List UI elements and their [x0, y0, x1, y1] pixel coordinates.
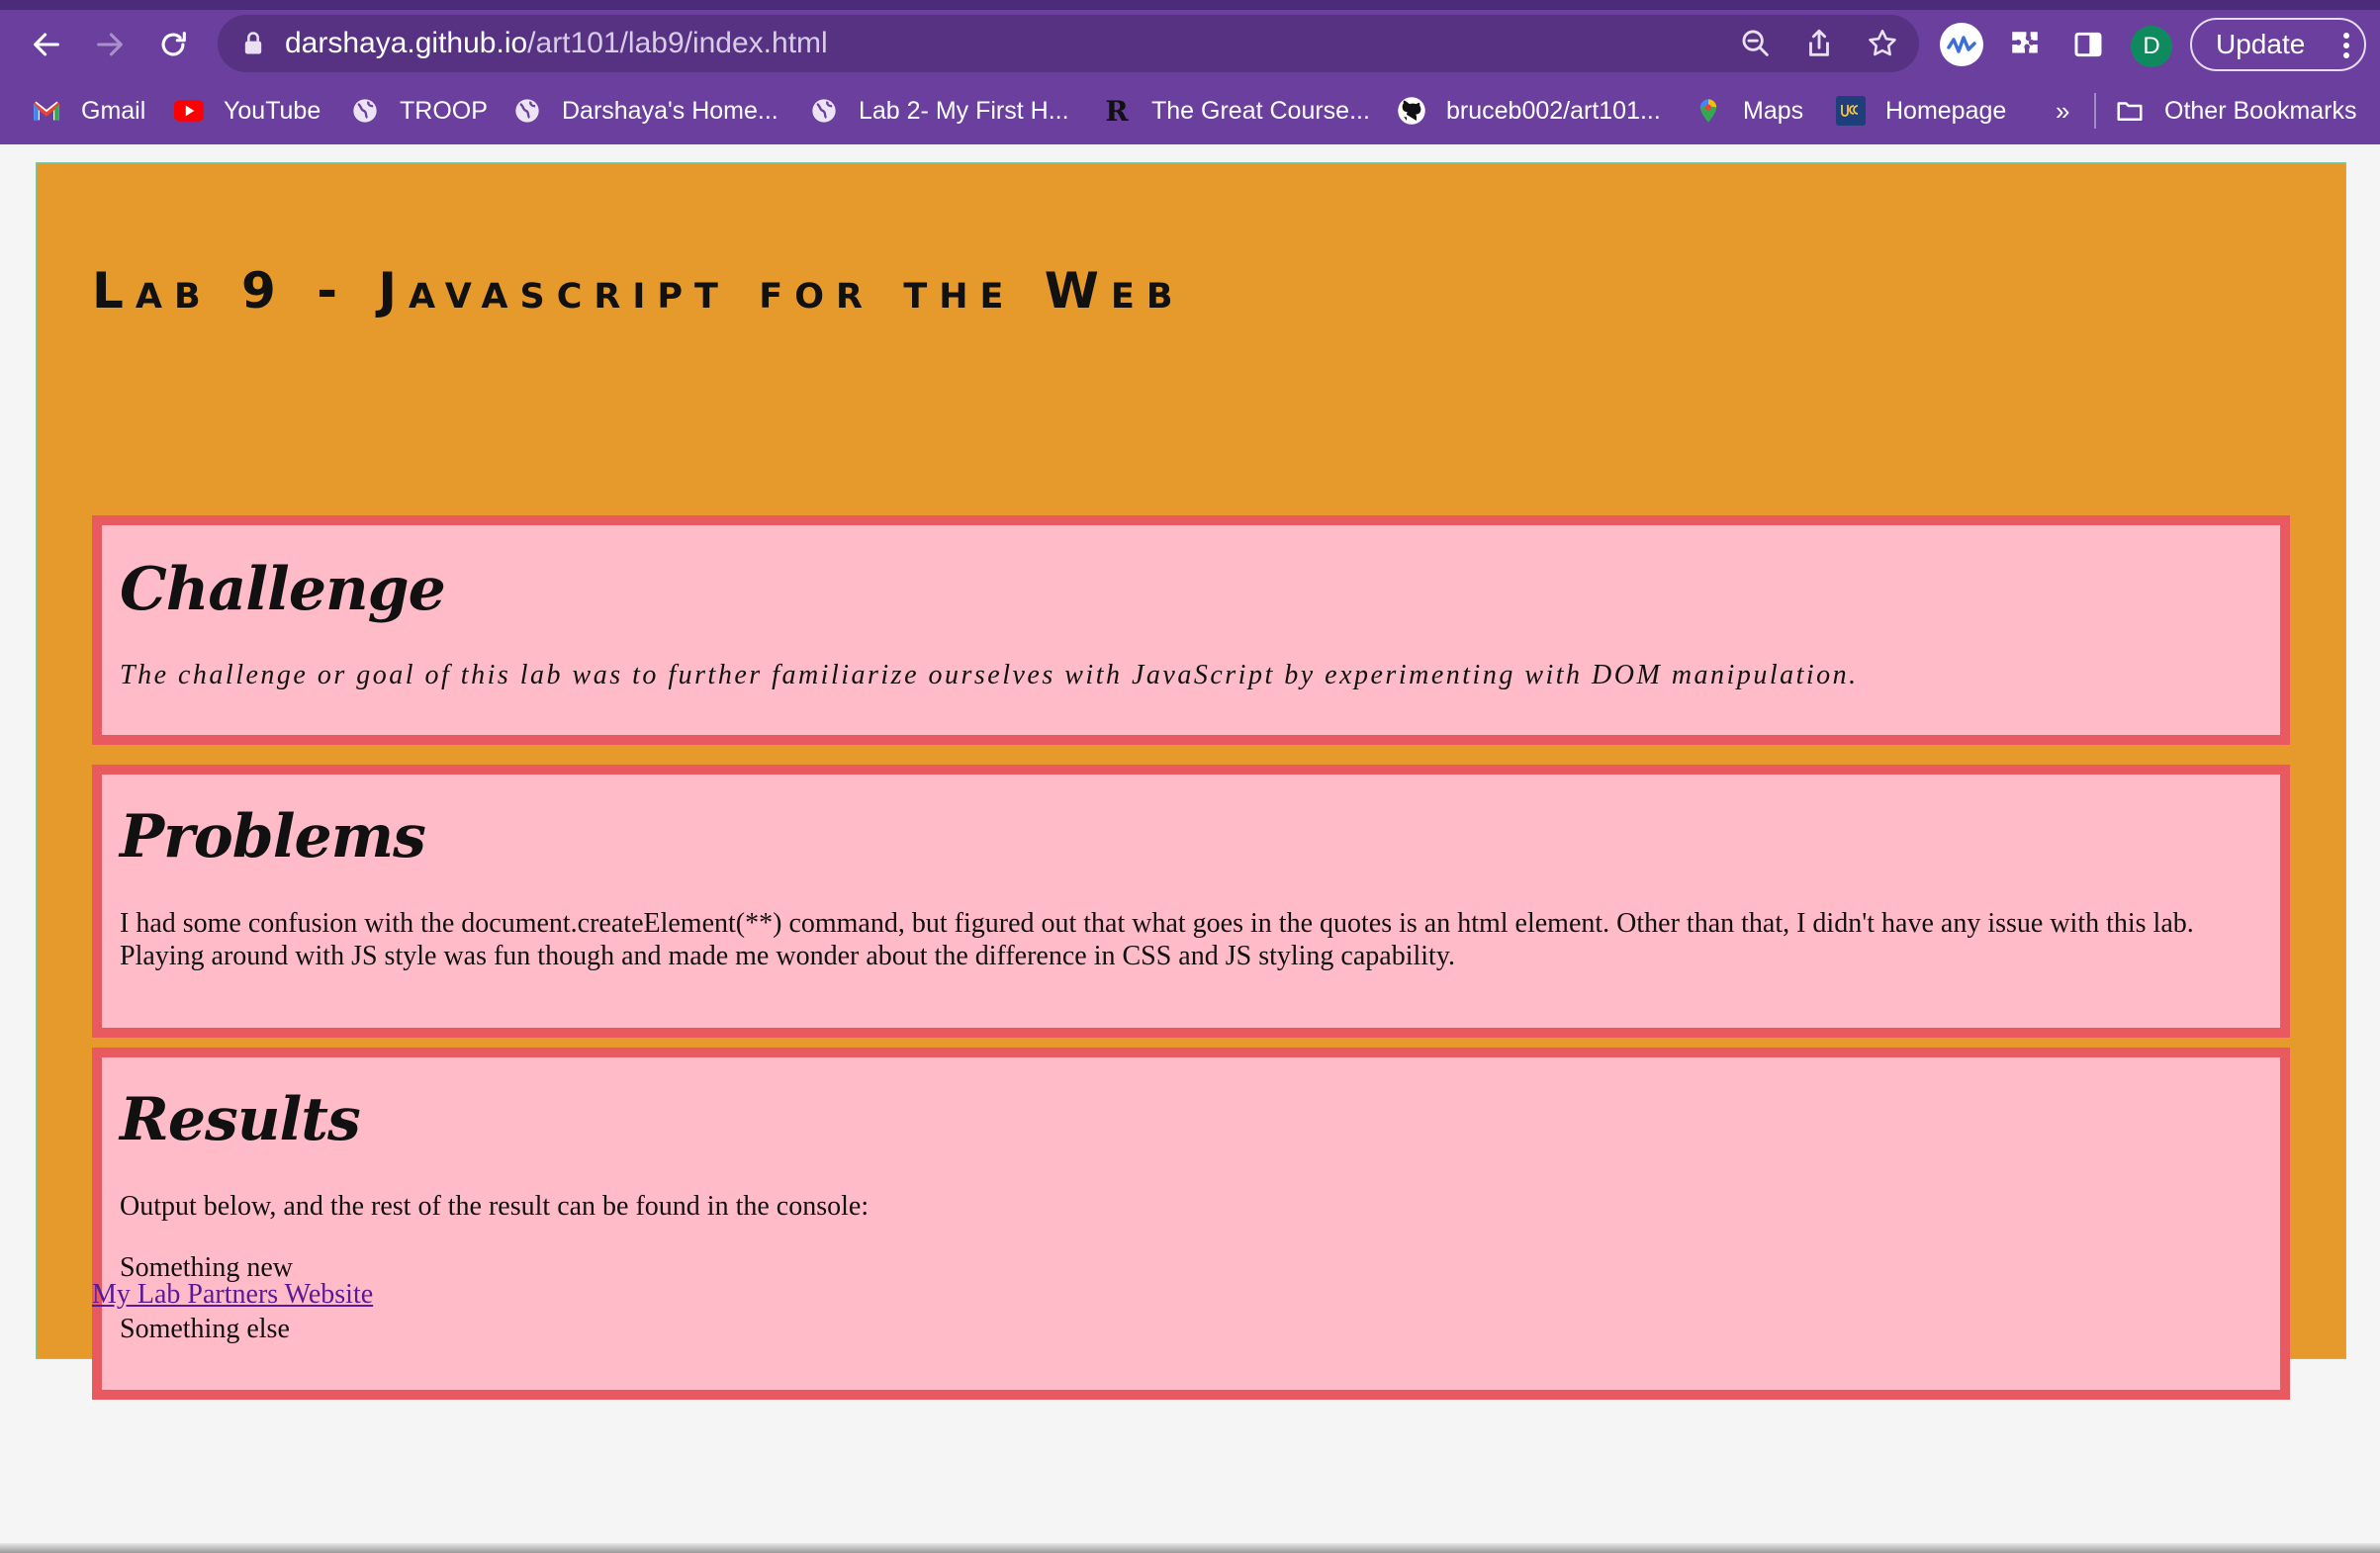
bookmark-troop[interactable]: TROOP	[350, 87, 488, 135]
extension-wave-button[interactable]	[1939, 22, 1984, 67]
reload-icon	[161, 32, 186, 56]
update-button[interactable]: Update	[2190, 18, 2366, 71]
other-bookmarks-folder[interactable]: Other Bookmarks	[2115, 87, 2357, 135]
bookmark-label: Gmail	[81, 96, 146, 125]
page-viewport: Lab 9 - Javascript for the Web Challenge…	[0, 144, 2380, 1553]
bookmark-label: Homepage	[1885, 96, 2007, 125]
star-icon[interactable]	[1866, 27, 1899, 60]
results-intro: Output below, and the rest of the result…	[120, 1191, 870, 1222]
github-icon	[1397, 96, 1426, 126]
results-section: Results Output below, and the rest of th…	[92, 1048, 2290, 1400]
maps-pin-icon	[1693, 96, 1723, 126]
results-output-item: Something else	[120, 1314, 290, 1344]
bookmark-label: bruceb002/art101...	[1446, 96, 1661, 125]
gmail-icon	[32, 96, 61, 126]
bookmark-youtube[interactable]: YouTube	[174, 87, 320, 135]
bookmark-github[interactable]: bruceb002/art101...	[1397, 87, 1661, 135]
browser-chrome: darshaya.github.io/art101/lab9/index.htm…	[0, 0, 2380, 144]
url-host: darshaya.github.io	[285, 27, 528, 59]
wave-extension-icon	[1940, 23, 1983, 66]
bookmarks-overflow-button[interactable]: »	[2056, 87, 2069, 135]
side-panel-button[interactable]	[2065, 22, 2111, 67]
bookmark-label: Maps	[1743, 96, 1804, 125]
challenge-section: Challenge The challenge or goal of this …	[92, 515, 2290, 745]
forward-button[interactable]	[87, 22, 133, 67]
problems-heading: Problems	[120, 802, 426, 871]
arrow-left-icon	[34, 33, 59, 56]
url-path: /art101/lab9/index.html	[527, 27, 828, 59]
arrow-right-icon	[97, 33, 123, 56]
problems-section: Problems I had some confusion with the d…	[92, 765, 2290, 1038]
bookmark-label: YouTube	[224, 96, 321, 125]
bookmarks-bar: Gmail YouTube TROOP Darshaya's Home... L…	[0, 83, 2380, 138]
challenge-text: The challenge or goal of this lab was to…	[120, 660, 1859, 690]
globe-icon	[809, 96, 839, 126]
url-text[interactable]: darshaya.github.io/art101/lab9/index.htm…	[285, 27, 828, 60]
problems-text: I had some confusion with the document.c…	[120, 908, 2194, 971]
lab-container: Lab 9 - Javascript for the Web Challenge…	[36, 162, 2346, 1400]
bookmark-great-courses[interactable]: R The Great Course...	[1102, 87, 1370, 135]
zoom-icon[interactable]	[1739, 27, 1773, 60]
results-heading: Results	[120, 1085, 361, 1154]
reload-button[interactable]	[150, 22, 196, 67]
youtube-icon	[174, 96, 204, 126]
window-bottom-edge	[0, 1543, 2380, 1553]
bookmark-label: The Great Course...	[1151, 96, 1370, 125]
bookmark-darshaya-home[interactable]: Darshaya's Home...	[512, 87, 778, 135]
bookmark-maps[interactable]: Maps	[1693, 87, 1803, 135]
r-logo-icon: R	[1105, 94, 1129, 128]
tab-strip	[0, 0, 2380, 10]
bookmark-label: Lab 2- My First H...	[859, 96, 1069, 125]
bookmark-gmail[interactable]: Gmail	[32, 87, 145, 135]
bookmark-homepage[interactable]: Homepage	[1836, 87, 2006, 135]
page-title: Lab 9 - Javascript for the Web	[92, 262, 1185, 320]
share-icon[interactable]	[1802, 27, 1836, 60]
bookmark-label: Other Bookmarks	[2164, 96, 2357, 125]
lab-partner-link[interactable]: My Lab Partners Website	[92, 1279, 373, 1311]
folder-icon	[2115, 96, 2145, 126]
back-button[interactable]	[24, 22, 69, 67]
globe-icon	[350, 96, 380, 126]
extensions-button[interactable]	[2002, 22, 2048, 67]
bookmark-label: Darshaya's Home...	[562, 96, 778, 125]
address-bar[interactable]: darshaya.github.io/art101/lab9/index.htm…	[218, 15, 1919, 72]
bookmark-label: TROOP	[400, 96, 488, 125]
ucsc-icon	[1836, 96, 1866, 126]
update-button-label: Update	[2216, 29, 2306, 59]
side-panel-icon	[2074, 32, 2102, 57]
challenge-heading: Challenge	[120, 555, 446, 624]
bookmark-lab2[interactable]: Lab 2- My First H...	[809, 87, 1069, 135]
lock-icon	[244, 32, 262, 54]
bookmarks-divider	[2094, 93, 2096, 129]
more-vert-icon	[2343, 33, 2349, 58]
puzzle-icon	[2012, 32, 2038, 53]
browser-toolbar: darshaya.github.io/art101/lab9/index.htm…	[0, 10, 2380, 77]
globe-icon	[512, 96, 542, 126]
profile-avatar[interactable]: D	[2131, 26, 2172, 67]
